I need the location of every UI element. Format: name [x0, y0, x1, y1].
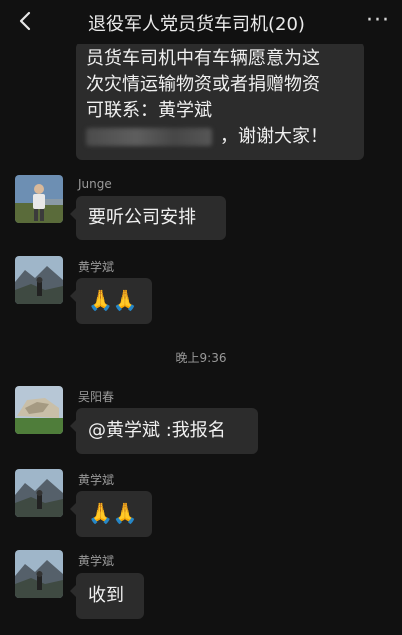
message-bubble[interactable]: 🙏🙏 — [70, 278, 152, 324]
avatar[interactable] — [15, 469, 63, 517]
sender-name: 黄学斌 — [78, 260, 115, 274]
message-text-line: 次灾情运输物资或者捐赠物资 — [86, 74, 320, 95]
message-bubble[interactable]: 员货车司机中有车辆愿意为这 次灾情运输物资或者捐赠物资 可联系：黄学斌 ，谢谢大… — [76, 42, 364, 160]
chevron-left-icon[interactable] — [14, 9, 38, 33]
more-options-icon[interactable]: ··· — [366, 8, 390, 33]
chat-header: 退役军人党员货车司机(20) ··· — [0, 0, 402, 44]
redacted-phone — [86, 128, 212, 146]
avatar[interactable] — [15, 256, 63, 304]
avatar[interactable] — [15, 386, 63, 434]
message-text-line: 可联系：黄学斌 — [86, 100, 212, 121]
sender-name: 黄学斌 — [78, 554, 115, 568]
message-text: @黄学斌 :我报名 — [88, 420, 226, 441]
message-text-line: ，谢谢大家！ — [86, 124, 354, 150]
message-bubble[interactable]: 🙏🙏 — [70, 491, 152, 537]
timestamp: 晚上9:36 — [175, 351, 227, 365]
avatar[interactable] — [15, 550, 63, 598]
chat-title: 退役军人党员货车司机(20) — [88, 14, 305, 35]
sender-name: Junge — [78, 177, 112, 191]
pray-emoji: 🙏🙏 — [88, 501, 138, 525]
avatar[interactable] — [15, 175, 63, 223]
message-bubble[interactable]: 要听公司安排 — [70, 196, 226, 240]
message-text-line: 员货车司机中有车辆愿意为这 — [86, 48, 320, 69]
message-bubble[interactable]: 收到 — [70, 573, 144, 619]
message-bubble[interactable]: @黄学斌 :我报名 — [70, 408, 258, 454]
message-text: 收到 — [88, 585, 124, 606]
pray-emoji: 🙏🙏 — [88, 288, 138, 312]
sender-name: 黄学斌 — [78, 473, 115, 487]
sender-name: 吴阳春 — [78, 390, 115, 404]
message-text: 要听公司安排 — [88, 207, 196, 228]
message-text-suffix: ，谢谢大家！ — [220, 126, 328, 147]
